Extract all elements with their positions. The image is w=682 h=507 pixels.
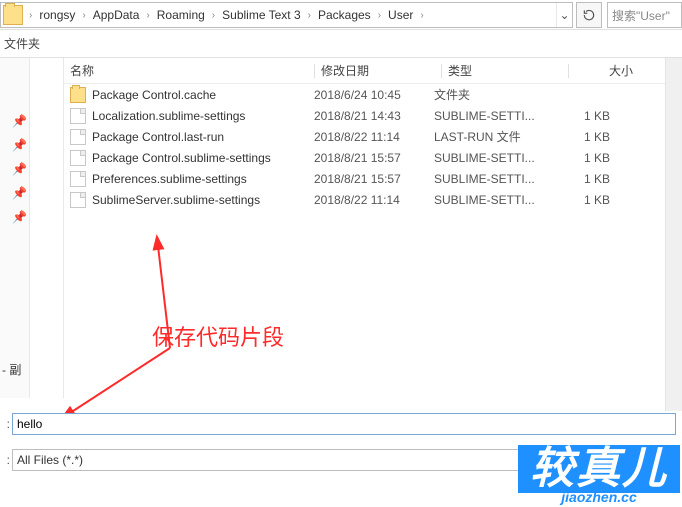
file-icon (70, 129, 86, 145)
cell-size: 1 KB (554, 172, 622, 186)
cell-type: SUBLIME-SETTI... (434, 172, 554, 186)
folder-icon (3, 5, 23, 25)
header-name[interactable]: 名称 (70, 62, 314, 79)
address-bar: › rongsy › AppData › Roaming › Sublime T… (0, 0, 682, 30)
refresh-icon (582, 8, 596, 22)
header-type[interactable]: 类型 (448, 62, 568, 79)
filetype-value: All Files (*.*) (17, 453, 83, 467)
cell-type: SUBLIME-SETTI... (434, 109, 554, 123)
cell-date: 2018/8/21 15:57 (314, 172, 434, 186)
cell-name: Package Control.last-run (92, 130, 314, 144)
file-icon (70, 150, 86, 166)
cell-name: SublimeServer.sublime-settings (92, 193, 314, 207)
pin-icon: 📌 (12, 138, 22, 148)
refresh-button[interactable] (576, 2, 602, 28)
search-placeholder: 搜索"User" (612, 7, 670, 24)
vertical-scrollbar[interactable] (665, 58, 682, 411)
chevron-right-icon: › (208, 10, 219, 21)
cell-size: 1 KB (554, 130, 622, 144)
search-input[interactable]: 搜索"User" (607, 2, 682, 28)
breadcrumb-item[interactable]: Sublime Text 3 (219, 8, 304, 22)
pin-icon: 📌 (12, 114, 22, 124)
main-pane: 📌 📌 📌 📌 📌 - 副 名称 修改日期 类型 大小 Package Cont… (0, 58, 682, 398)
pin-icon: 📌 (12, 186, 22, 196)
cell-name: Package Control.sublime-settings (92, 151, 314, 165)
breadcrumb-box[interactable]: › rongsy › AppData › Roaming › Sublime T… (0, 2, 573, 28)
breadcrumb-item[interactable]: Roaming (154, 8, 208, 22)
filename-label: : (2, 417, 10, 431)
breadcrumb-item[interactable]: Packages (315, 8, 374, 22)
chevron-right-icon: › (374, 10, 385, 21)
table-row[interactable]: SublimeServer.sublime-settings2018/8/22 … (64, 189, 682, 210)
chevron-right-icon: › (304, 10, 315, 21)
cell-date: 2018/8/22 11:14 (314, 193, 434, 207)
toolbar: 文件夹 (0, 30, 682, 58)
breadcrumb-item[interactable]: User (385, 8, 416, 22)
header-size[interactable]: 大小 (575, 62, 645, 79)
new-folder-label[interactable]: 文件夹 (4, 35, 40, 52)
pin-icon: 📌 (12, 210, 22, 220)
chevron-right-icon: › (142, 10, 153, 21)
cell-size: 1 KB (554, 193, 622, 207)
nav-sidebar: 📌 📌 📌 📌 📌 - 副 (0, 58, 30, 398)
cell-size: 1 KB (554, 109, 622, 123)
cell-date: 2018/8/21 14:43 (314, 109, 434, 123)
breadcrumb-item[interactable]: AppData (90, 8, 143, 22)
file-icon (70, 192, 86, 208)
breadcrumb: › rongsy › AppData › Roaming › Sublime T… (25, 8, 428, 22)
header-date[interactable]: 修改日期 (321, 62, 441, 79)
cell-type: 文件夹 (434, 86, 554, 103)
nav-collapsed-label: - 副 (2, 361, 21, 378)
pin-icon: 📌 (12, 162, 22, 172)
filetype-combobox[interactable]: All Files (*.*) ⌄ (12, 449, 676, 471)
chevron-down-icon: ⌄ (663, 455, 671, 466)
cell-name: Package Control.cache (92, 88, 314, 102)
filetype-label: : (2, 453, 10, 467)
chevron-right-icon: › (416, 10, 427, 21)
table-row[interactable]: Preferences.sublime-settings2018/8/21 15… (64, 168, 682, 189)
cell-date: 2018/8/21 15:57 (314, 151, 434, 165)
cell-name: Preferences.sublime-settings (92, 172, 314, 186)
file-icon (70, 108, 86, 124)
table-row[interactable]: Package Control.cache2018/6/24 10:45文件夹 (64, 84, 682, 105)
filename-input[interactable] (12, 413, 676, 435)
cell-size: 1 KB (554, 151, 622, 165)
table-row[interactable]: Localization.sublime-settings2018/8/21 1… (64, 105, 682, 126)
cell-type: SUBLIME-SETTI... (434, 151, 554, 165)
cell-name: Localization.sublime-settings (92, 109, 314, 123)
chevron-down-icon[interactable]: ⌄ (556, 3, 572, 27)
breadcrumb-item[interactable]: rongsy (36, 8, 78, 22)
cell-type: SUBLIME-SETTI... (434, 193, 554, 207)
cell-type: LAST-RUN 文件 (434, 128, 554, 145)
tree-gutter (30, 58, 64, 398)
file-icon (70, 171, 86, 187)
chevron-right-icon: › (25, 10, 36, 21)
cell-date: 2018/8/22 11:14 (314, 130, 434, 144)
chevron-right-icon: › (78, 10, 89, 21)
folder-icon (70, 87, 86, 103)
save-dialog-bottom: : : All Files (*.*) ⌄ (0, 411, 682, 473)
table-row[interactable]: Package Control.sublime-settings2018/8/2… (64, 147, 682, 168)
column-headers: 名称 修改日期 类型 大小 (64, 58, 682, 84)
cell-date: 2018/6/24 10:45 (314, 88, 434, 102)
file-list: 名称 修改日期 类型 大小 Package Control.cache2018/… (64, 58, 682, 398)
table-row[interactable]: Package Control.last-run2018/8/22 11:14L… (64, 126, 682, 147)
